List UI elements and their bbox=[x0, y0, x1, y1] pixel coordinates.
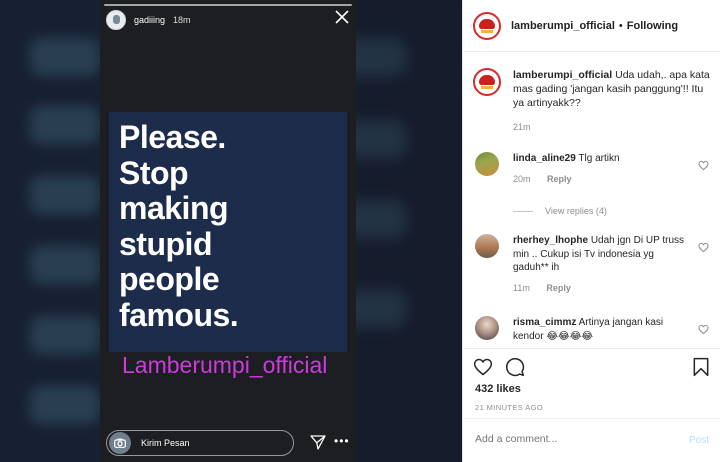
post-actions: 432 likes 21 MINUTES AGO bbox=[463, 348, 720, 418]
blurred-background-right bbox=[336, 0, 462, 462]
post-panel: lamberumpi_official • Following lamberum… bbox=[462, 0, 720, 462]
caption-avatar[interactable] bbox=[473, 68, 501, 96]
post-timestamp: 21 MINUTES AGO bbox=[475, 403, 544, 412]
post-button[interactable]: Post bbox=[689, 435, 709, 446]
reply-button[interactable]: Reply bbox=[547, 174, 572, 184]
comment-item: risma_cimmz Artinya jangan kasi kendor 😂… bbox=[475, 316, 711, 343]
heart-icon[interactable] bbox=[698, 240, 709, 253]
comment-meta: 20m Reply bbox=[513, 174, 711, 184]
heart-icon[interactable] bbox=[698, 322, 709, 335]
heart-icon[interactable] bbox=[698, 158, 709, 171]
likes-count[interactable]: 432 likes bbox=[475, 383, 521, 395]
view-replies-button[interactable]: View replies (4) bbox=[513, 206, 607, 216]
separator-dot: • bbox=[618, 19, 623, 32]
avatar[interactable] bbox=[475, 152, 499, 176]
comment-body: Tlg artikn bbox=[578, 153, 620, 164]
account-logo[interactable] bbox=[473, 11, 501, 40]
post-caption: lamberumpi_official Uda udah,. apa kata … bbox=[473, 68, 711, 132]
reply-placeholder: Kirim Pesan bbox=[141, 438, 190, 448]
more-icon[interactable]: ••• bbox=[334, 434, 350, 448]
add-comment-bar: Post bbox=[463, 418, 720, 462]
story-reply-field[interactable]: Kirim Pesan bbox=[106, 430, 294, 456]
story-progress-bar bbox=[104, 4, 352, 6]
comment-time: 20m bbox=[513, 173, 531, 184]
card-line: famous. bbox=[119, 296, 239, 333]
heart-icon[interactable] bbox=[473, 357, 493, 377]
post-header: lamberumpi_official • Following bbox=[463, 0, 720, 52]
view-replies-label: View replies (4) bbox=[545, 206, 607, 216]
camera-icon[interactable] bbox=[109, 432, 131, 454]
caption-username[interactable]: lamberumpi_official bbox=[513, 69, 612, 81]
comment-text: rherhey_lhophe Udah jgn Di UP truss min … bbox=[513, 234, 685, 275]
comment-text: linda_aline29 Tlg artikn bbox=[513, 152, 685, 166]
comment-username[interactable]: linda_aline29 bbox=[513, 153, 576, 164]
comment-icon[interactable] bbox=[505, 357, 525, 377]
avatar[interactable] bbox=[475, 234, 499, 258]
blurred-background-left bbox=[0, 0, 100, 462]
comment-time: 11m bbox=[513, 282, 530, 293]
view-replies-line bbox=[513, 210, 533, 212]
caption-time: 21m bbox=[513, 122, 531, 132]
account-username[interactable]: lamberumpi_official bbox=[511, 20, 615, 32]
comments-list[interactable]: lamberumpi_official Uda udah,. apa kata … bbox=[463, 52, 720, 348]
close-icon[interactable] bbox=[334, 10, 350, 26]
comment-username[interactable]: risma_cimmz bbox=[513, 317, 576, 328]
card-line: Stop bbox=[119, 154, 189, 191]
follow-button[interactable]: Following bbox=[627, 20, 678, 32]
story-time: 18m bbox=[173, 15, 191, 25]
reply-button[interactable]: Reply bbox=[546, 283, 571, 293]
comment-username[interactable]: rherhey_lhophe bbox=[513, 235, 588, 246]
bookmark-icon[interactable] bbox=[691, 357, 711, 377]
comment-text: risma_cimmz Artinya jangan kasi kendor 😂… bbox=[513, 316, 685, 343]
avatar[interactable] bbox=[475, 316, 499, 340]
comment-meta: 11m Reply bbox=[513, 283, 711, 293]
story-frame[interactable]: gadiiing 18m Please. Stop making stupid … bbox=[100, 0, 356, 462]
story-username[interactable]: gadiiing bbox=[134, 15, 165, 25]
card-line: making bbox=[119, 190, 229, 226]
caption-text: lamberumpi_official Uda udah,. apa kata … bbox=[513, 68, 711, 110]
comment-item: rherhey_lhophe Udah jgn Di UP truss min … bbox=[475, 234, 711, 293]
avatar[interactable] bbox=[106, 10, 126, 30]
comment-item: linda_aline29 Tlg artikn 20m Reply bbox=[475, 152, 711, 184]
story-text-card: Please. Stop making stupid people famous… bbox=[109, 112, 347, 352]
story-header: gadiiing 18m bbox=[106, 10, 191, 30]
card-line: stupid bbox=[119, 225, 212, 262]
send-icon[interactable] bbox=[310, 434, 326, 450]
comment-input[interactable] bbox=[475, 433, 665, 445]
card-line: Please. bbox=[119, 119, 226, 155]
story-overlay-text: Lamberumpi_official bbox=[122, 352, 328, 378]
card-line: people bbox=[119, 261, 220, 297]
story-viewer: gadiiing 18m Please. Stop making stupid … bbox=[0, 0, 462, 462]
